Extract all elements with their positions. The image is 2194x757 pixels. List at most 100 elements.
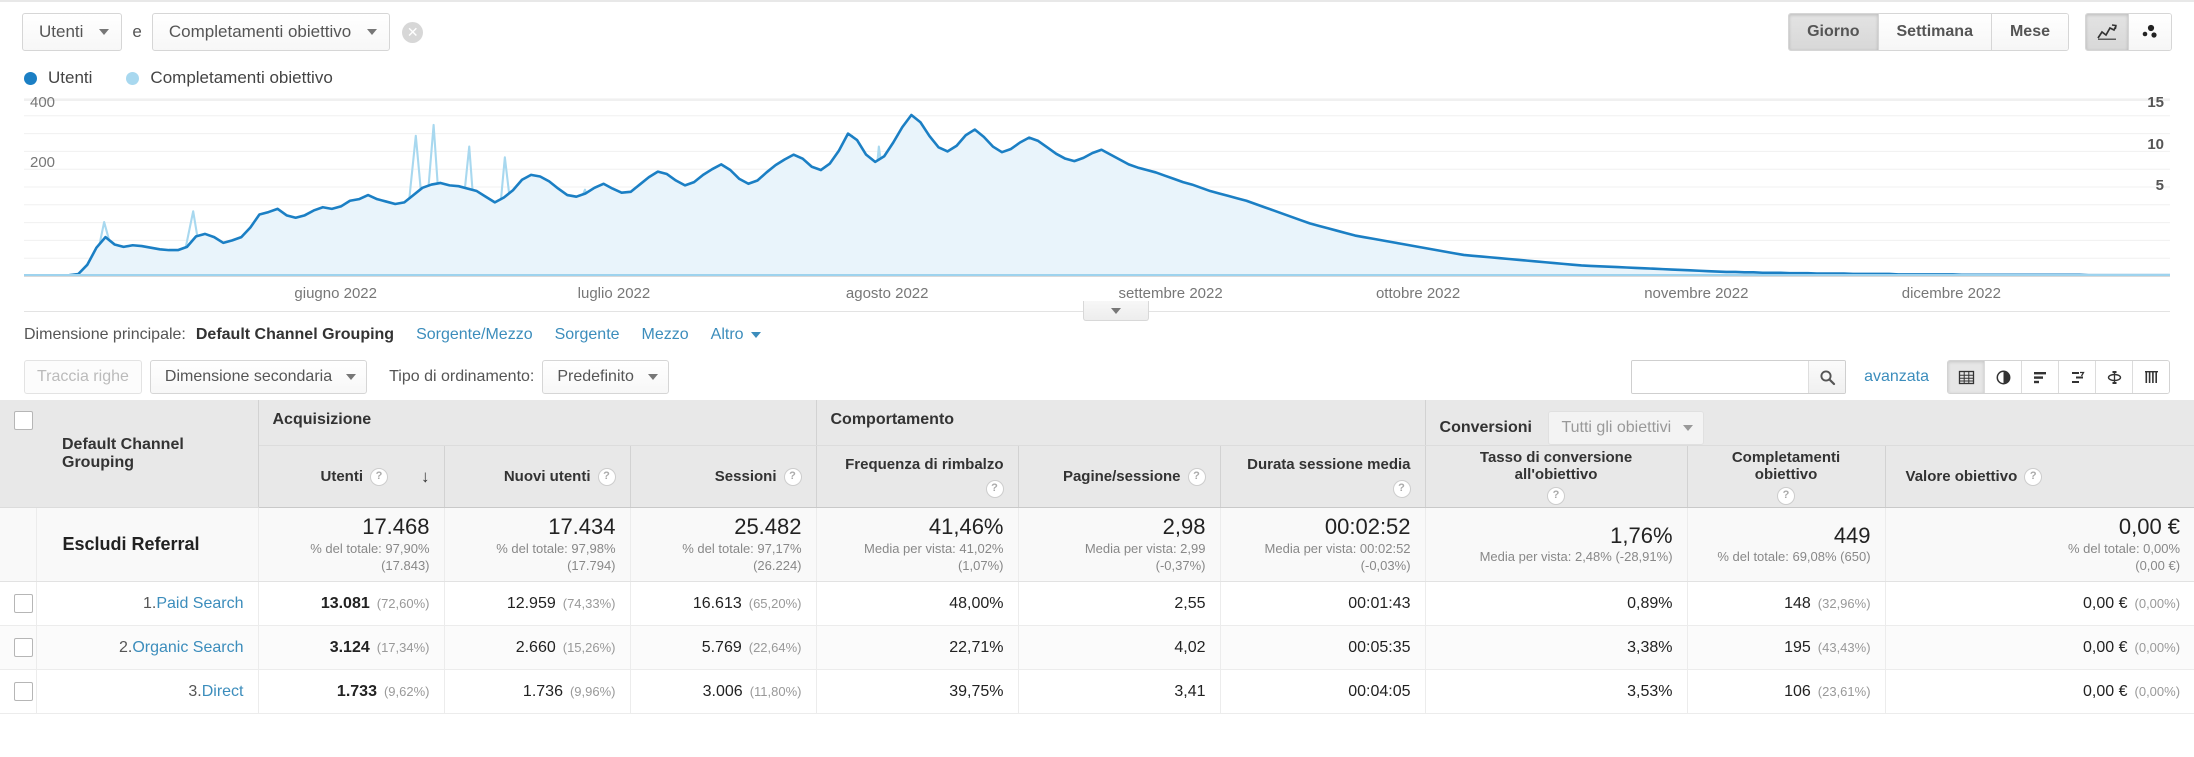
column-header-sessioni[interactable]: Sessioni ? (630, 445, 817, 508)
granularity-mese[interactable]: Mese (1991, 14, 2068, 50)
primary-dimension-sorgente[interactable]: Sorgente (555, 326, 620, 344)
row-channel-link[interactable]: Organic Search (132, 639, 243, 656)
legend-item-utenti[interactable]: Utenti (24, 68, 92, 88)
sort-type-selector[interactable]: Predefinito (542, 360, 669, 394)
total-row-label: Escludi Referral (36, 507, 259, 582)
timeline-chart[interactable]: 400 200 15 10 5 (24, 94, 2170, 276)
performance-bar-view-icon[interactable] (2022, 361, 2059, 393)
help-icon[interactable]: ? (2024, 467, 2043, 486)
column-header-nuovi-utenti[interactable]: Nuovi utenti ? (444, 445, 631, 508)
table-column-header-row: Utenti ? ↓ Nuovi utenti ? Sessioni ? Fre… (0, 445, 2194, 508)
metric-conjunction: e (132, 22, 142, 41)
chevron-down-icon (1111, 307, 1121, 314)
help-icon[interactable]: ? (1777, 486, 1796, 505)
cell-percentage: (22,64%) (748, 639, 802, 655)
table-row[interactable]: 2.Organic Search 3.124 (17,34%) 2.660 (15,26… (0, 625, 2194, 670)
dimension-column-header[interactable]: Default Channel Grouping (36, 400, 259, 508)
clear-secondary-metric-button[interactable]: ✕ (402, 21, 424, 43)
table-cell: 2,55 (1018, 581, 1221, 626)
x-axis-tick: agosto 2022 (845, 285, 929, 302)
column-header-utenti[interactable]: Utenti ? ↓ (258, 445, 445, 508)
granularity-giorno[interactable]: Giorno (1789, 14, 1879, 50)
comparison-view-icon[interactable] (2059, 361, 2096, 393)
track-rows-button[interactable]: Traccia righe (24, 360, 142, 394)
column-header-pagine-sessione[interactable]: Pagine/sessione ? (1018, 445, 1221, 508)
secondary-dimension-button[interactable]: Dimensione secondaria (149, 360, 368, 394)
search-icon[interactable] (1808, 361, 1846, 393)
secondary-metric-selector[interactable]: Completamenti obiettivo (151, 13, 391, 51)
motion-chart-icon[interactable] (2129, 14, 2171, 50)
table-cell: 12.959 (74,33%) (444, 581, 631, 626)
help-icon[interactable]: ? (1392, 479, 1411, 498)
secondary-metric-label: Completamenti obiettivo (168, 22, 352, 41)
table-total-row: Escludi Referral 17.468% del totale: 97,9… (0, 507, 2194, 582)
table-row[interactable]: 1.Paid Search 13.081 (72,60%) 12.959 (74,33%… (0, 581, 2194, 626)
column-header-label: Valore obiettivo (1905, 468, 2018, 485)
primary-dimension-default-channel-grouping[interactable]: Default Channel Grouping (196, 326, 394, 344)
column-header-frequenza-di-rimbalzo[interactable]: Frequenza di rimbalzo ? (816, 445, 1019, 508)
total-subtext: (1,07%) (957, 558, 1004, 574)
total-subtext: % del totale: 69,08% (650) (1717, 549, 1871, 565)
cell-percentage: (32,96%) (1817, 595, 1871, 611)
granularity-settimana[interactable]: Settimana (1878, 14, 1992, 50)
column-header-durata-sessione-media[interactable]: Durata sessione media ? (1220, 445, 1426, 508)
cell-value: 106 (1784, 682, 1811, 700)
total-subtext: % del totale: 97,90% (310, 540, 430, 556)
row-channel-link[interactable]: Paid Search (156, 595, 243, 612)
primary-metric-selector[interactable]: Utenti (22, 13, 123, 51)
help-icon[interactable]: ? (597, 467, 616, 486)
legend-color-dot-icon (24, 71, 37, 85)
pivot-view-icon[interactable] (2096, 361, 2133, 393)
primary-dimension-sorgente-mezzo[interactable]: Sorgente/Mezzo (416, 326, 533, 344)
legend-label: Completamenti obiettivo (150, 68, 333, 87)
row-name-cell: 3.Direct (36, 669, 259, 714)
primary-dimension-altro-label: Altro (710, 326, 744, 343)
table-row[interactable]: 3.Direct 1.733 (9,62%) 1.736 (9,96%) 3.006 (11… (0, 669, 2194, 714)
help-icon[interactable]: ? (783, 467, 802, 486)
search-input[interactable] (1632, 361, 1809, 393)
column-header-label: Tasso di conversione all'obiettivo (1479, 448, 1633, 483)
select-all-checkbox[interactable] (14, 411, 33, 430)
primary-dimension-altro[interactable]: Altro (711, 326, 761, 344)
cell-value: 3.124 (329, 638, 370, 656)
column-header-valore-obiettivo[interactable]: Valore obiettivo ? (1885, 445, 2194, 508)
row-checkbox[interactable] (14, 638, 33, 657)
row-checkbox[interactable] (14, 682, 33, 701)
advanced-filter-link[interactable]: avanzata (1864, 368, 1929, 386)
total-subtext: (-0,37%) (1155, 558, 1206, 574)
row-checkbox-cell (0, 625, 37, 670)
term-cloud-view-icon[interactable] (2133, 361, 2169, 393)
total-row-cell: 2,98 Media per vista: 2,99 (-0,37%) (1018, 507, 1221, 582)
analytics-channels-report: Utenti e Completamenti obiettivo ✕ Giorn… (0, 0, 2194, 757)
row-checkbox-cell (0, 581, 37, 626)
total-row-cell: 17.468% del totale: 97,90% (17.843) (258, 507, 445, 582)
help-icon[interactable]: ? (1547, 486, 1566, 505)
chevron-down-icon (750, 332, 761, 338)
goal-selector-value: Tutti gli obiettivi (1561, 419, 1672, 436)
line-chart-icon[interactable] (2086, 14, 2129, 50)
collapse-chart-button[interactable] (1083, 301, 1149, 321)
x-axis-tick: dicembre 2022 (1901, 285, 2001, 302)
column-header-tasso-di-conversione-allobiettivo[interactable]: Tasso di conversione all'obiettivo ? (1425, 445, 1688, 508)
table-head: Default Channel Grouping Acquisizione Co… (0, 400, 2194, 508)
row-channel-link[interactable]: Direct (202, 683, 244, 700)
primary-dimension-mezzo[interactable]: Mezzo (642, 326, 689, 344)
chevron-down-icon (367, 29, 378, 35)
pie-chart-view-icon[interactable] (1985, 361, 2022, 393)
help-icon[interactable]: ? (370, 467, 388, 486)
total-value: 1,76% (1610, 523, 1673, 549)
cell-value: 3,53% (1627, 682, 1673, 700)
total-value: 449 (1833, 523, 1871, 549)
y-axis-left-tick-400: 400 (30, 94, 56, 111)
column-header-completamenti-obiettivo[interactable]: Completamenti obiettivo ? (1687, 445, 1886, 508)
goal-selector[interactable]: Tutti gli obiettivi (1548, 411, 1705, 445)
total-row-cell: 00:02:52 Media per vista: 00:02:52 (-0,03%… (1220, 507, 1426, 582)
table-view-icon[interactable] (1948, 361, 1985, 393)
legend-item-completamenti-obiettivo[interactable]: Completamenti obiettivo (126, 68, 333, 88)
row-checkbox[interactable] (14, 594, 33, 613)
help-icon[interactable]: ? (1187, 467, 1206, 486)
cell-percentage: (74,33%) (562, 595, 616, 611)
sort-descending-icon[interactable]: ↓ (421, 468, 430, 485)
help-icon[interactable]: ? (985, 479, 1004, 498)
row-index: 2. (118, 638, 133, 656)
